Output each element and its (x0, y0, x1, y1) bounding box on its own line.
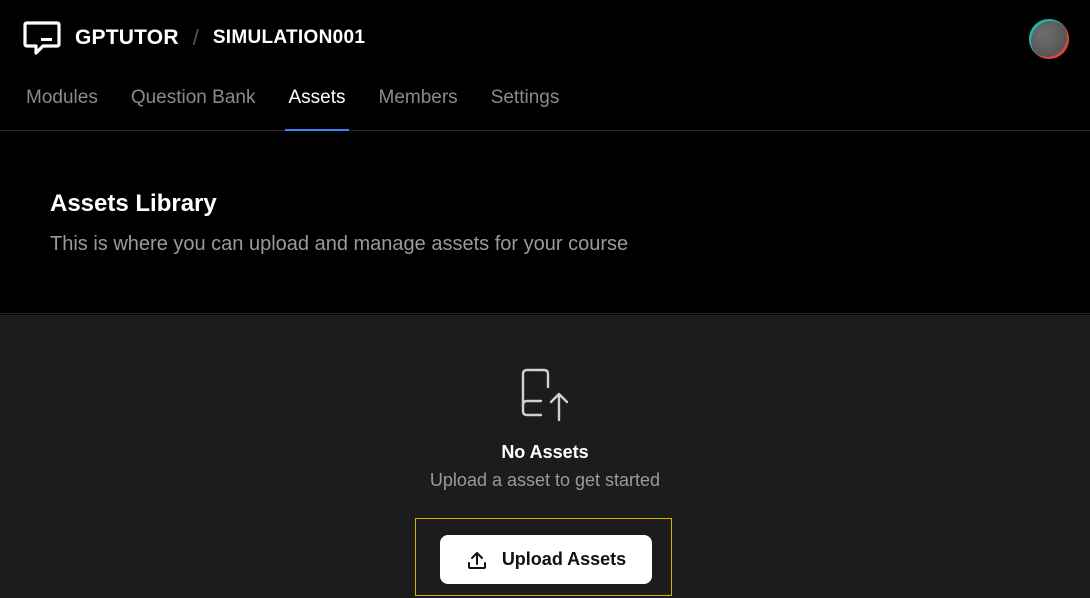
page-header: Assets Library This is where you can upl… (0, 132, 1090, 314)
upload-icon (467, 551, 486, 569)
assets-empty-state: No Assets Upload a asset to get started … (0, 315, 1090, 598)
empty-state-title: No Assets (501, 442, 589, 462)
page-subtitle: This is where you can upload and manage … (50, 233, 629, 255)
empty-state-subtitle: Upload a asset to get started (429, 470, 661, 490)
tab-modules[interactable]: Modules (26, 87, 98, 131)
page-title: Assets Library (50, 190, 217, 217)
brand-name[interactable]: GPTUTOR (75, 26, 179, 50)
upload-assets-button[interactable]: Upload Assets (440, 535, 652, 584)
course-tabs: Modules Question Bank Assets Members Set… (26, 87, 592, 131)
tab-members[interactable]: Members (379, 87, 458, 131)
tab-settings[interactable]: Settings (491, 87, 560, 131)
upload-assets-label: Upload Assets (501, 549, 627, 569)
user-avatar[interactable] (1029, 19, 1069, 59)
breadcrumb: GPTUTOR / SIMULATION001 (22, 20, 365, 56)
tab-question-bank[interactable]: Question Bank (131, 87, 256, 131)
tab-assets[interactable]: Assets (285, 87, 349, 131)
top-header: GPTUTOR / SIMULATION001 Modules Question… (0, 0, 1090, 131)
breadcrumb-separator: / (192, 25, 199, 50)
course-name[interactable]: SIMULATION001 (213, 27, 365, 49)
file-upload-icon (521, 368, 569, 422)
message-square-icon[interactable] (22, 20, 62, 56)
